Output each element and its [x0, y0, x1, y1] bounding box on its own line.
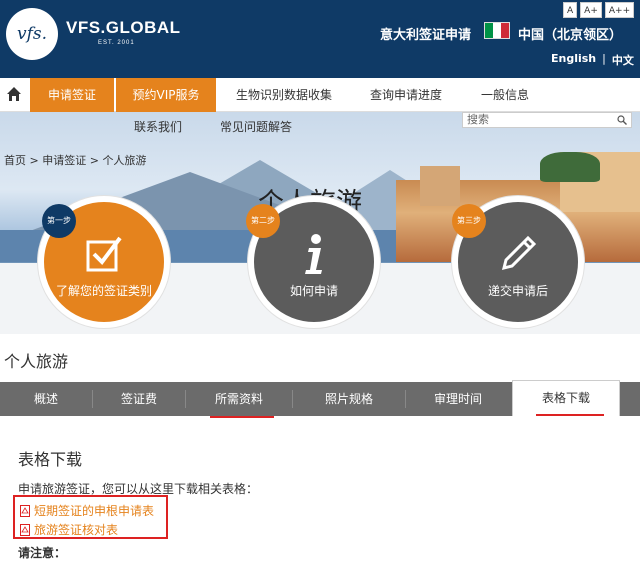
brand-est: EST. 2001: [98, 40, 135, 46]
step-3-badge: 第三步: [452, 204, 486, 238]
brand-name: VFS.GLOBAL: [66, 18, 181, 37]
search-icon[interactable]: [617, 115, 627, 125]
nav-track-application[interactable]: 查询申请进度: [358, 78, 454, 112]
italy-flag-icon: [484, 22, 510, 39]
tab-required-documents[interactable]: 所需资料: [186, 382, 292, 416]
step-2-label: 如何申请: [289, 284, 338, 298]
lang-chinese-link[interactable]: 中文: [612, 52, 634, 68]
language-switch: English | 中文: [551, 52, 634, 68]
breadcrumb: 首页 > 申请签证 > 个人旅游: [4, 152, 146, 168]
tab-bar: 概述 签证费 所需资料 照片规格 审理时间 表格下载: [0, 380, 640, 416]
search-placeholder: 搜索: [467, 113, 489, 126]
site-header: vfs. VFS.GLOBAL EST. 2001 A A+ A++ 意大利签证…: [0, 0, 640, 78]
step-2-badge: 第二步: [246, 204, 280, 238]
breadcrumb-sep: >: [26, 154, 43, 167]
tab-form-download[interactable]: 表格下载: [512, 380, 620, 416]
font-size-normal-button[interactable]: A: [563, 2, 578, 18]
home-icon[interactable]: [6, 86, 22, 102]
search-input[interactable]: 搜索: [462, 112, 632, 128]
nav-faq[interactable]: 常见问题解答: [220, 118, 292, 135]
tab-visa-fee[interactable]: 签证费: [93, 382, 185, 416]
download-link-label: 旅游签证核对表: [34, 523, 119, 537]
section-title: 个人旅游: [4, 352, 69, 371]
checkbox-icon: [86, 236, 122, 272]
download-link-checklist[interactable]: 旅游签证核对表: [20, 521, 118, 538]
breadcrumb-apply-visa[interactable]: 申请签证: [42, 154, 86, 167]
font-size-controls: A A+ A++: [563, 2, 635, 18]
breadcrumb-current: 个人旅游: [102, 154, 147, 167]
nav-apply-visa[interactable]: 申请签证: [30, 78, 114, 112]
lang-separator: |: [602, 52, 606, 65]
tab-overview[interactable]: 概述: [0, 382, 92, 416]
font-size-xlarge-button[interactable]: A++: [604, 2, 635, 18]
country-region: 中国（北京领区）: [518, 28, 623, 43]
highlight-underline: [536, 414, 604, 416]
nav-contact-us[interactable]: 联系我们: [134, 118, 182, 135]
lang-english-link[interactable]: English: [551, 52, 596, 68]
content-title: 表格下载: [18, 450, 83, 469]
download-link-schengen-form[interactable]: 短期签证的申根申请表: [20, 502, 154, 519]
pencil-icon: [501, 235, 537, 271]
download-link-label: 短期签证的申根申请表: [34, 504, 155, 518]
site-title: 意大利签证申请: [380, 28, 472, 43]
info-icon: [305, 234, 322, 274]
step-1-label: 了解您的签证类别: [55, 284, 152, 298]
breadcrumb-home[interactable]: 首页: [4, 154, 26, 167]
pdf-icon: [20, 523, 30, 536]
nav-general-info[interactable]: 一般信息: [470, 78, 540, 112]
highlight-underline: [210, 416, 274, 418]
nav-biometrics[interactable]: 生物识别数据收集: [222, 78, 346, 112]
tab-processing-time[interactable]: 审理时间: [406, 382, 510, 416]
nav-vip-service[interactable]: 预约VIP服务: [116, 78, 216, 112]
breadcrumb-sep: >: [86, 154, 103, 167]
tab-photo-specs[interactable]: 照片规格: [293, 382, 405, 416]
step-1-badge: 第一步: [42, 204, 76, 238]
step-3-label: 递交申请后: [487, 284, 548, 298]
font-size-large-button[interactable]: A+: [580, 2, 602, 18]
notice-heading: 请注意：: [18, 546, 67, 560]
pdf-icon: [20, 504, 30, 517]
vfs-logo[interactable]: vfs.: [6, 8, 58, 60]
main-nav: 申请签证 预约VIP服务 生物识别数据收集 查询申请进度 一般信息: [0, 78, 640, 112]
